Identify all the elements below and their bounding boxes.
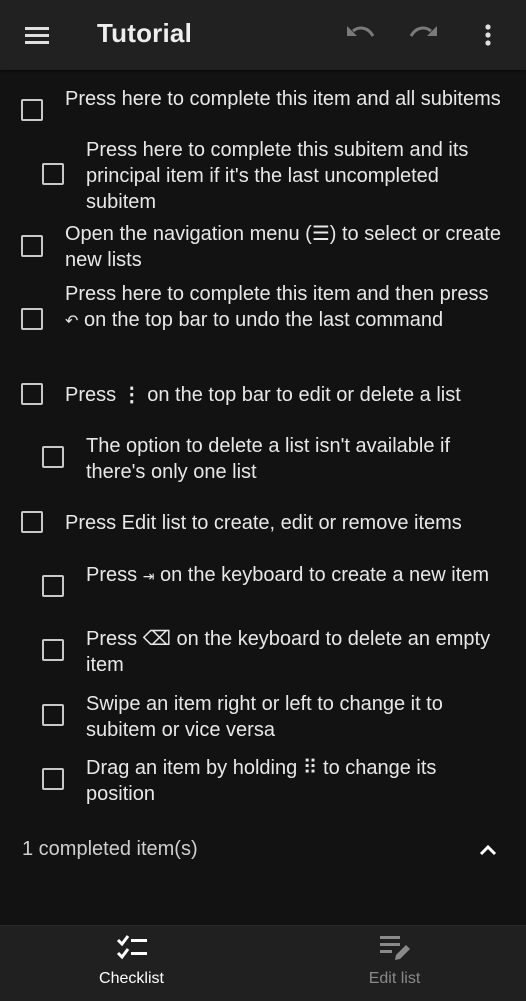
- list-item[interactable]: Press here to complete this subitem and …: [0, 136, 526, 214]
- edit-list-icon: [380, 936, 410, 960]
- item-checkbox[interactable]: [42, 446, 64, 468]
- tab-checklist-label: Checklist: [99, 970, 164, 987]
- list-item[interactable]: The option to delete a list isn't availa…: [0, 430, 526, 486]
- list-item[interactable]: Press here to complete this item and the…: [0, 280, 526, 360]
- item-text: Press ⋮ on the top bar to edit or delete…: [65, 384, 461, 406]
- bottom-navigation: Checklist Edit list: [0, 925, 526, 1001]
- item-checkbox[interactable]: [42, 163, 64, 185]
- list-item[interactable]: Press Edit list to create, edit or remov…: [0, 503, 526, 543]
- item-text: Press Edit list to create, edit or remov…: [65, 512, 462, 534]
- backspace-glyph: ⌫: [142, 628, 171, 650]
- item-text: Drag an item by holding ⠿ to change its …: [86, 757, 437, 805]
- undo-icon: [347, 26, 375, 37]
- item-text: Press ⇥ on the keyboard to create a new …: [86, 564, 490, 586]
- list-item[interactable]: Open the navigation menu (☰) to select o…: [0, 220, 526, 276]
- hamburger-menu-icon: [25, 27, 49, 44]
- list-item[interactable]: Press here to complete this item and all…: [0, 78, 526, 134]
- tab-key-glyph: ⇥: [142, 568, 155, 584]
- list-item[interactable]: Press ⇥ on the keyboard to create a new …: [0, 558, 526, 614]
- item-checkbox[interactable]: [42, 639, 64, 661]
- item-checkbox[interactable]: [21, 511, 43, 533]
- drag-handle-glyph: ⠿: [302, 757, 318, 779]
- completed-items-label: 1 completed item(s): [22, 838, 198, 860]
- tab-edit-list[interactable]: Edit list: [263, 926, 526, 1001]
- list-item[interactable]: Press ⌫ on the keyboard to delete an emp…: [0, 623, 526, 679]
- undo-button[interactable]: [337, 12, 383, 58]
- list-item[interactable]: Drag an item by holding ⠿ to change its …: [0, 752, 526, 808]
- item-checkbox[interactable]: [42, 575, 64, 597]
- more-options-button[interactable]: [465, 12, 511, 58]
- item-checkbox[interactable]: [21, 383, 43, 405]
- redo-icon: [409, 26, 437, 37]
- top-app-bar: Tutorial: [0, 0, 526, 70]
- item-text: The option to delete a list isn't availa…: [86, 435, 451, 483]
- page-title: Tutorial: [97, 18, 192, 48]
- list-item[interactable]: Press ⋮ on the top bar to edit or delete…: [0, 375, 526, 415]
- chevron-up-icon[interactable]: [476, 839, 500, 863]
- item-text: Press ⌫ on the keyboard to delete an emp…: [86, 628, 491, 676]
- item-text: Press here to complete this subitem and …: [86, 139, 469, 213]
- item-text: Press here to complete this item and the…: [65, 283, 489, 331]
- undo-glyph: ↶: [65, 313, 79, 330]
- menu-glyph: ☰: [311, 223, 330, 245]
- item-text: Open the navigation menu (☰) to select o…: [65, 223, 501, 271]
- completed-items-toggle[interactable]: 1 completed item(s): [0, 826, 526, 874]
- item-checkbox[interactable]: [21, 99, 43, 121]
- more-vertical-icon: [485, 24, 491, 46]
- tab-edit-list-label: Edit list: [368, 970, 421, 987]
- item-checkbox[interactable]: [21, 235, 43, 257]
- item-checkbox[interactable]: [42, 704, 64, 726]
- list-item[interactable]: Swipe an item right or left to change it…: [0, 688, 526, 744]
- checklist-icon: [116, 935, 147, 960]
- item-checkbox[interactable]: [42, 768, 64, 790]
- tab-checklist[interactable]: Checklist: [0, 926, 263, 1001]
- more-glyph: ⋮: [121, 384, 142, 406]
- menu-button[interactable]: [14, 12, 60, 58]
- item-checkbox[interactable]: [21, 308, 43, 330]
- redo-button[interactable]: [401, 12, 447, 58]
- item-text: Press here to complete this item and all…: [65, 88, 501, 110]
- item-text: Swipe an item right or left to change it…: [86, 693, 443, 741]
